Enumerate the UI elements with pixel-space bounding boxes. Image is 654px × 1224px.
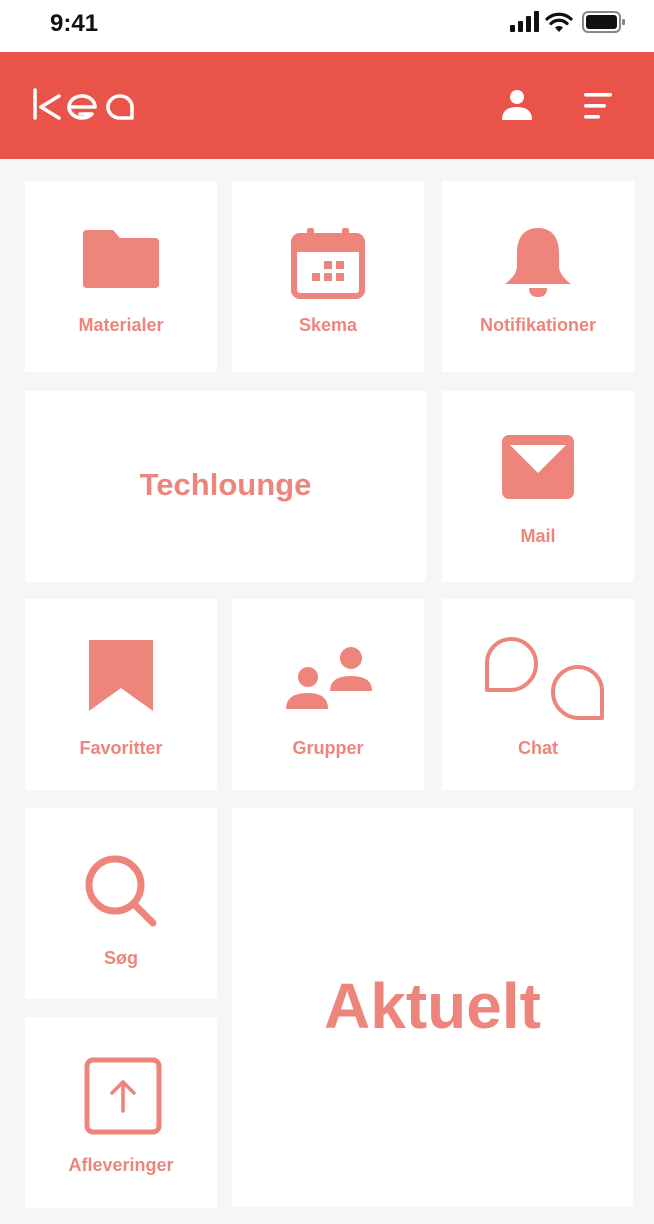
tile-label: Aktuelt (324, 970, 541, 1042)
tile-label: Notifikationer (479, 315, 596, 335)
tile-chat[interactable]: Chat (442, 599, 634, 790)
user-icon (502, 90, 532, 120)
group-icon (286, 647, 372, 709)
bell-icon (505, 228, 571, 297)
tile-techlounge[interactable]: Techlounge (25, 391, 426, 582)
tile-label: Skema (298, 315, 358, 335)
search-icon (85, 855, 157, 927)
battery-icon (582, 11, 625, 33)
tile-label: Mail (520, 526, 556, 546)
menu-button[interactable] (580, 88, 620, 124)
tile-skema[interactable]: Skema (232, 181, 424, 372)
tile-label: Techlounge (139, 467, 312, 502)
tile-materialer[interactable]: Materialer (25, 181, 217, 372)
calendar-icon (291, 228, 365, 299)
upload-icon (84, 1057, 162, 1135)
wifi-icon (545, 12, 573, 32)
bookmark-icon (89, 640, 153, 711)
kea-logo (33, 88, 134, 120)
tile-label: Søg (104, 948, 138, 968)
tile-notifikationer[interactable]: Notifikationer (442, 181, 634, 372)
tile-favoritter[interactable]: Favoritter (25, 599, 217, 790)
tile-label: Grupper (292, 738, 364, 758)
app-header (0, 52, 654, 159)
mail-icon (502, 435, 574, 499)
signal-icon (510, 11, 539, 32)
chat-icon (485, 637, 604, 720)
tile-label: Favoritter (79, 738, 163, 758)
folder-icon (83, 230, 159, 288)
tile-afleveringer[interactable]: Afleveringer (25, 1017, 217, 1208)
tile-grupper[interactable]: Grupper (232, 599, 424, 790)
status-time: 9:41 (50, 10, 99, 37)
tile-label: Materialer (78, 315, 164, 335)
tile-soeg[interactable]: Søg (25, 808, 217, 999)
status-bar: 9:41 (0, 0, 654, 52)
tile-label: Afleveringer (68, 1155, 174, 1175)
tile-label: Chat (518, 738, 558, 758)
tile-aktuelt[interactable]: Aktuelt (232, 808, 633, 1207)
menu-icon (584, 93, 612, 119)
profile-button[interactable] (497, 88, 537, 124)
tile-mail[interactable]: Mail (442, 391, 634, 582)
